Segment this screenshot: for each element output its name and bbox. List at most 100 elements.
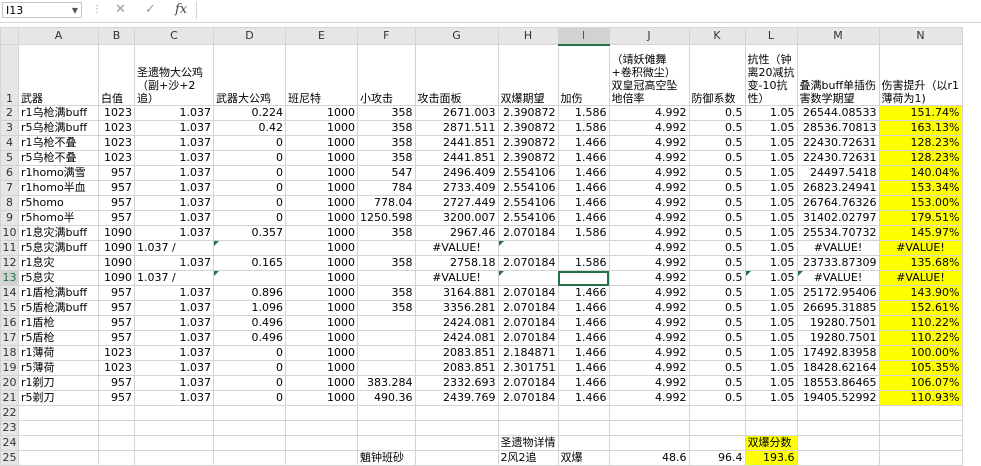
row-header[interactable]: 22	[0, 405, 19, 421]
cell-i14[interactable]: 1.466	[557, 285, 610, 301]
cell-b16[interactable]: 957	[98, 315, 135, 331]
cell-j1[interactable]: （靖妖傩舞+卷积微尘）双皇冠高空坠地倍率	[608, 44, 690, 106]
name-box[interactable]: I13 ▼	[2, 2, 82, 18]
cell-i2[interactable]: 1.586	[557, 105, 610, 121]
cell-j20[interactable]: 4.992	[608, 375, 690, 391]
cell-j6[interactable]: 4.992	[608, 165, 690, 181]
column-header-g[interactable]: G	[414, 27, 499, 45]
cell-e2[interactable]: 1000	[285, 105, 358, 121]
cell-i25[interactable]: 双爆	[557, 450, 610, 466]
cell-f22[interactable]	[357, 405, 416, 421]
cell-g24[interactable]	[414, 435, 499, 451]
cell-g6[interactable]: 2496.409	[414, 165, 499, 181]
cell-i11[interactable]	[557, 240, 610, 256]
cell-m15[interactable]: 26695.31885	[796, 300, 880, 316]
cell-e20[interactable]: 1000	[285, 375, 358, 391]
cell-b10[interactable]: 1090	[98, 225, 135, 241]
cell-l3[interactable]: 1.05	[744, 120, 798, 136]
cell-b24[interactable]	[98, 435, 135, 451]
cell-e3[interactable]: 1000	[285, 120, 358, 136]
cell-k19[interactable]: 0.5	[688, 360, 746, 376]
cell-c5[interactable]: 1.037	[134, 150, 214, 166]
cell-d1[interactable]: 武器大公鸡	[213, 44, 286, 106]
cell-i10[interactable]: 1.586	[557, 225, 610, 241]
cell-i24[interactable]	[557, 435, 610, 451]
cell-m24[interactable]	[796, 435, 880, 451]
cell-n13[interactable]: #VALUE!	[878, 270, 963, 286]
row-header[interactable]: 18	[0, 345, 19, 361]
cell-k17[interactable]: 0.5	[688, 330, 746, 346]
cell-e23[interactable]	[285, 420, 358, 436]
cell-b23[interactable]	[98, 420, 135, 436]
cell-n11[interactable]: #VALUE!	[878, 240, 963, 256]
cell-d11[interactable]	[213, 240, 286, 256]
cell-g16[interactable]: 2424.081	[414, 315, 499, 331]
cell-g8[interactable]: 2727.449	[414, 195, 499, 211]
cell-i15[interactable]: 1.466	[557, 300, 610, 316]
cell-b22[interactable]	[98, 405, 135, 421]
cell-c7[interactable]: 1.037	[134, 180, 214, 196]
cell-a8[interactable]: r5homo	[18, 195, 99, 211]
cell-a25[interactable]	[18, 450, 99, 466]
cell-j14[interactable]: 4.992	[608, 285, 690, 301]
row-header[interactable]: 15	[0, 300, 19, 316]
cell-g20[interactable]: 2332.693	[414, 375, 499, 391]
cell-n24[interactable]	[878, 435, 963, 451]
cell-k21[interactable]: 0.5	[688, 390, 746, 406]
cell-d14[interactable]: 0.896	[213, 285, 286, 301]
cell-g5[interactable]: 2441.851	[414, 150, 499, 166]
cell-e22[interactable]	[285, 405, 358, 421]
cell-j3[interactable]: 4.992	[608, 120, 690, 136]
cell-m5[interactable]: 22430.72631	[796, 150, 880, 166]
cell-h5[interactable]: 2.390872	[497, 150, 559, 166]
cell-m18[interactable]: 17492.83958	[796, 345, 880, 361]
cell-b5[interactable]: 1023	[98, 150, 135, 166]
cell-h18[interactable]: 2.184871	[497, 345, 559, 361]
cell-j2[interactable]: 4.992	[608, 105, 690, 121]
cell-g12[interactable]: 2758.18	[414, 255, 499, 271]
cell-m14[interactable]: 25172.95406	[796, 285, 880, 301]
cell-n18[interactable]: 100.00%	[878, 345, 963, 361]
column-header-d[interactable]: D	[213, 27, 286, 45]
cell-d24[interactable]	[213, 435, 286, 451]
cell-d8[interactable]: 0	[213, 195, 286, 211]
row-header[interactable]: 25	[0, 450, 19, 466]
cell-c15[interactable]: 1.037	[134, 300, 214, 316]
cell-h22[interactable]	[497, 405, 559, 421]
cell-e24[interactable]	[285, 435, 358, 451]
cell-m9[interactable]: 31402.02797	[796, 210, 880, 226]
cell-e13[interactable]: 1000	[285, 270, 358, 286]
check-icon[interactable]: ✓	[145, 2, 156, 17]
row-header[interactable]: 5	[0, 150, 19, 166]
cell-a21[interactable]: r5剃刀	[18, 390, 99, 406]
cell-e4[interactable]: 1000	[285, 135, 358, 151]
cell-d21[interactable]: 0	[213, 390, 286, 406]
cell-c12[interactable]: 1.037	[134, 255, 214, 271]
cell-a24[interactable]	[18, 435, 99, 451]
cell-i8[interactable]: 1.466	[557, 195, 610, 211]
cell-g9[interactable]: 3200.007	[414, 210, 499, 226]
cell-l11[interactable]: 1.05	[744, 240, 798, 256]
cell-n10[interactable]: 145.97%	[878, 225, 963, 241]
cell-g22[interactable]	[414, 405, 499, 421]
cell-c23[interactable]	[134, 420, 214, 436]
column-header-f[interactable]: F	[357, 27, 416, 45]
cell-k7[interactable]: 0.5	[688, 180, 746, 196]
cell-j4[interactable]: 4.992	[608, 135, 690, 151]
cell-a2[interactable]: r1乌枪满buff	[18, 105, 99, 121]
cell-f20[interactable]: 383.284	[357, 375, 416, 391]
column-header-e[interactable]: E	[285, 27, 358, 45]
cell-g1[interactable]: 攻击面板	[414, 44, 499, 106]
cell-f9[interactable]: 1250.598	[357, 210, 416, 226]
cell-m13[interactable]: #VALUE!	[796, 270, 880, 286]
cell-f19[interactable]	[357, 360, 416, 376]
cell-j15[interactable]: 4.992	[608, 300, 690, 316]
cell-d7[interactable]: 0	[213, 180, 286, 196]
cell-d5[interactable]: 0	[213, 150, 286, 166]
cell-a23[interactable]	[18, 420, 99, 436]
cell-g4[interactable]: 2441.851	[414, 135, 499, 151]
cell-d2[interactable]: 0.224	[213, 105, 286, 121]
cell-e11[interactable]: 1000	[285, 240, 358, 256]
cell-b4[interactable]: 1023	[98, 135, 135, 151]
cell-m4[interactable]: 22430.72631	[796, 135, 880, 151]
